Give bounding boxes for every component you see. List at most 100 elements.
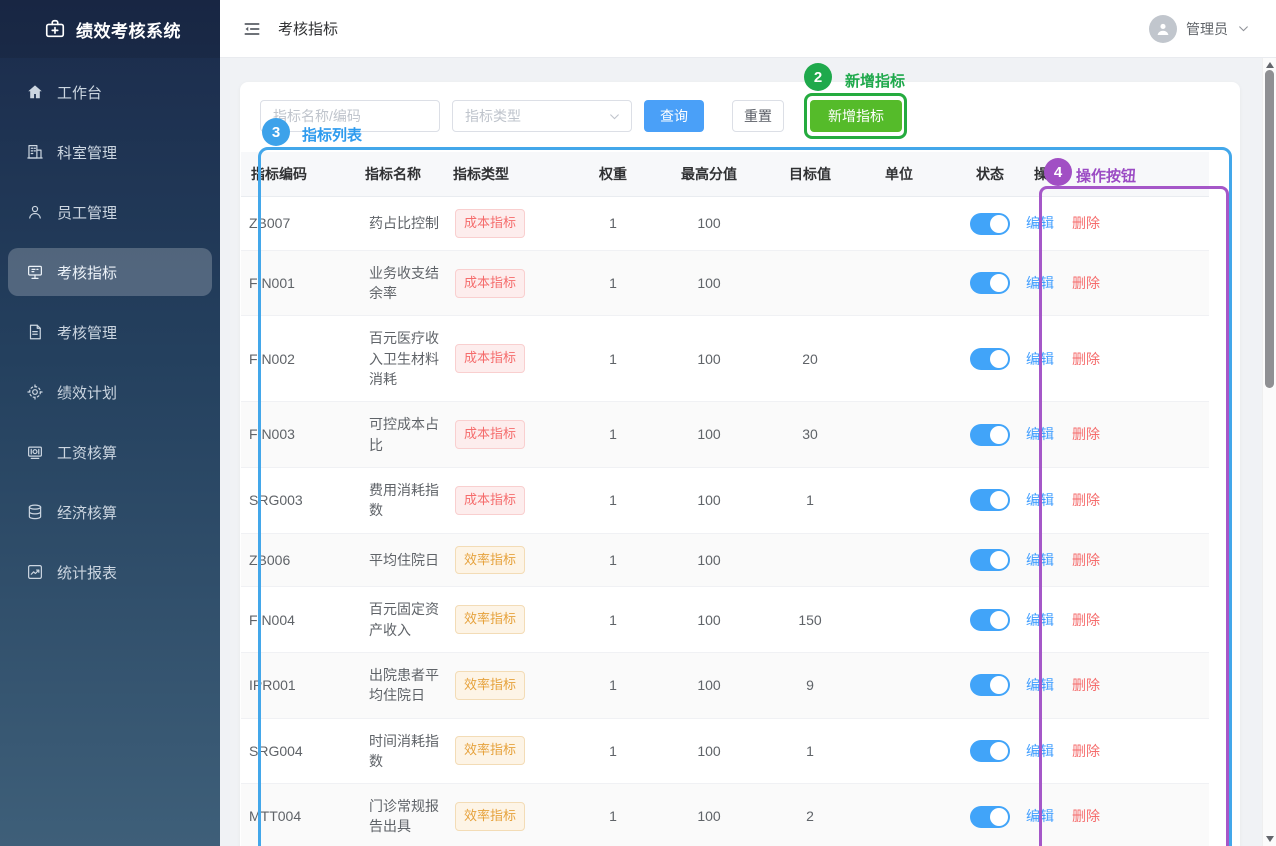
cell-max-score: 100 (634, 316, 784, 402)
cell-type: 成本指标 (447, 316, 592, 402)
home-icon (26, 83, 44, 101)
cell-code: SRG004 (241, 718, 361, 784)
table-row: MTT004 门诊常规报告出具 效率指标 1 100 2 编辑删除 (241, 784, 1209, 846)
cell-actions: 编辑 删除 (1018, 467, 1209, 533)
delete-link[interactable]: 删除 (1072, 426, 1100, 442)
delete-link[interactable]: 删除 (1072, 351, 1100, 367)
cell-code: ZB007 (241, 197, 361, 251)
cell-weight: 1 (592, 587, 634, 653)
toggle-knob (990, 491, 1008, 509)
sidebar-item-科室管理[interactable]: 科室管理 (8, 128, 212, 176)
type-select-placeholder: 指标类型 (465, 106, 521, 126)
delete-link[interactable]: 删除 (1072, 743, 1100, 759)
cell-actions: 编辑 删除 (1018, 587, 1209, 653)
cell-weight: 1 (592, 467, 634, 533)
scrollbar-thumb[interactable] (1265, 70, 1274, 388)
status-toggle[interactable] (970, 213, 1010, 235)
cell-target (784, 197, 836, 251)
toggle-knob (990, 426, 1008, 444)
edit-link[interactable]: 编辑 (1026, 677, 1054, 693)
sidebar-item-label: 绩效计划 (57, 382, 117, 403)
status-toggle[interactable] (970, 489, 1010, 511)
status-toggle[interactable] (970, 740, 1010, 762)
status-toggle[interactable] (970, 348, 1010, 370)
annotation-4-label: 操作按钮 (1076, 165, 1136, 186)
cell-target: 1 (784, 718, 836, 784)
add-indicator-button[interactable]: 新增指标 (810, 100, 902, 132)
sidebar-item-统计报表[interactable]: 统计报表 (8, 548, 212, 596)
edit-link[interactable]: 编辑 (1026, 215, 1054, 231)
database-icon (26, 503, 44, 521)
avatar (1149, 15, 1177, 43)
edit-link[interactable]: 编辑 (1026, 492, 1054, 508)
cell-code: FIN001 (241, 250, 361, 316)
delete-link[interactable]: 删除 (1072, 492, 1100, 508)
cell-type: 效率指标 (447, 718, 592, 784)
status-toggle[interactable] (970, 272, 1010, 294)
cell-actions: 编辑 删除 (1018, 784, 1209, 846)
status-toggle[interactable] (970, 424, 1010, 446)
cell-max-score: 100 (634, 402, 784, 468)
cell-code: FIN002 (241, 316, 361, 402)
cell-unit (836, 197, 962, 251)
cell-name: 百元医疗收入卫生材料消耗 (361, 316, 447, 402)
delete-link[interactable]: 删除 (1072, 808, 1100, 824)
gear-icon (26, 383, 44, 401)
delete-link[interactable]: 删除 (1072, 677, 1100, 693)
edit-link[interactable]: 编辑 (1026, 552, 1054, 568)
menu-fold-icon[interactable] (242, 19, 262, 39)
sidebar-item-工资核算[interactable]: 工资核算 (8, 428, 212, 476)
cell-actions: 编辑 删除 (1018, 718, 1209, 784)
sidebar-item-label: 员工管理 (57, 202, 117, 223)
delete-link[interactable]: 删除 (1072, 612, 1100, 628)
cell-weight: 1 (592, 652, 634, 718)
edit-link[interactable]: 编辑 (1026, 612, 1054, 628)
search-button[interactable]: 查询 (644, 100, 704, 132)
cell-target (784, 533, 836, 587)
sidebar-item-员工管理[interactable]: 员工管理 (8, 188, 212, 236)
type-select[interactable]: 指标类型 (452, 100, 632, 132)
cell-name: 百元固定资产收入 (361, 587, 447, 653)
toggle-knob (990, 551, 1008, 569)
user-menu[interactable]: 管理员 (1149, 15, 1250, 43)
cell-name: 费用消耗指数 (361, 467, 447, 533)
status-toggle[interactable] (970, 806, 1010, 828)
cell-unit (836, 467, 962, 533)
edit-link[interactable]: 编辑 (1026, 351, 1054, 367)
edit-link[interactable]: 编辑 (1026, 743, 1054, 759)
sidebar-item-label: 考核指标 (57, 262, 117, 283)
col-type: 指标类型 (447, 152, 592, 197)
cell-max-score: 100 (634, 250, 784, 316)
sidebar-item-经济核算[interactable]: 经济核算 (8, 488, 212, 536)
cell-type: 效率指标 (447, 652, 592, 718)
table-row: ZB007 药占比控制 成本指标 1 100 编辑删除 (241, 197, 1209, 251)
sidebar-item-label: 经济核算 (57, 502, 117, 523)
edit-link[interactable]: 编辑 (1026, 275, 1054, 291)
edit-link[interactable]: 编辑 (1026, 426, 1054, 442)
cell-max-score: 100 (634, 587, 784, 653)
sidebar-item-绩效计划[interactable]: 绩效计划 (8, 368, 212, 416)
status-toggle[interactable] (970, 609, 1010, 631)
delete-link[interactable]: 删除 (1072, 215, 1100, 231)
edit-link[interactable]: 编辑 (1026, 808, 1054, 824)
toggle-knob (990, 215, 1008, 233)
sidebar-item-工作台[interactable]: 工作台 (8, 68, 212, 116)
status-toggle[interactable] (970, 549, 1010, 571)
delete-link[interactable]: 删除 (1072, 552, 1100, 568)
sidebar-item-考核指标[interactable]: 考核指标 (8, 248, 212, 296)
type-badge: 成本指标 (455, 344, 525, 373)
scroll-up-arrow-icon[interactable] (1266, 62, 1274, 68)
sidebar-item-考核管理[interactable]: 考核管理 (8, 308, 212, 356)
table-row: FIN004 百元固定资产收入 效率指标 1 100 150 编辑删除 (241, 587, 1209, 653)
scroll-down-arrow-icon[interactable] (1266, 836, 1274, 842)
breadcrumb-title: 考核指标 (278, 18, 338, 39)
vertical-scrollbar[interactable] (1262, 58, 1276, 846)
cell-weight: 1 (592, 316, 634, 402)
cell-status (962, 784, 1018, 846)
delete-link[interactable]: 删除 (1072, 275, 1100, 291)
indicator-table: 指标编码 指标名称 指标类型 权重 最高分值 目标值 单位 状态 操作 ZB00… (241, 152, 1209, 846)
cell-name: 时间消耗指数 (361, 718, 447, 784)
status-toggle[interactable] (970, 674, 1010, 696)
cell-max-score: 100 (634, 718, 784, 784)
reset-button[interactable]: 重置 (732, 100, 784, 132)
